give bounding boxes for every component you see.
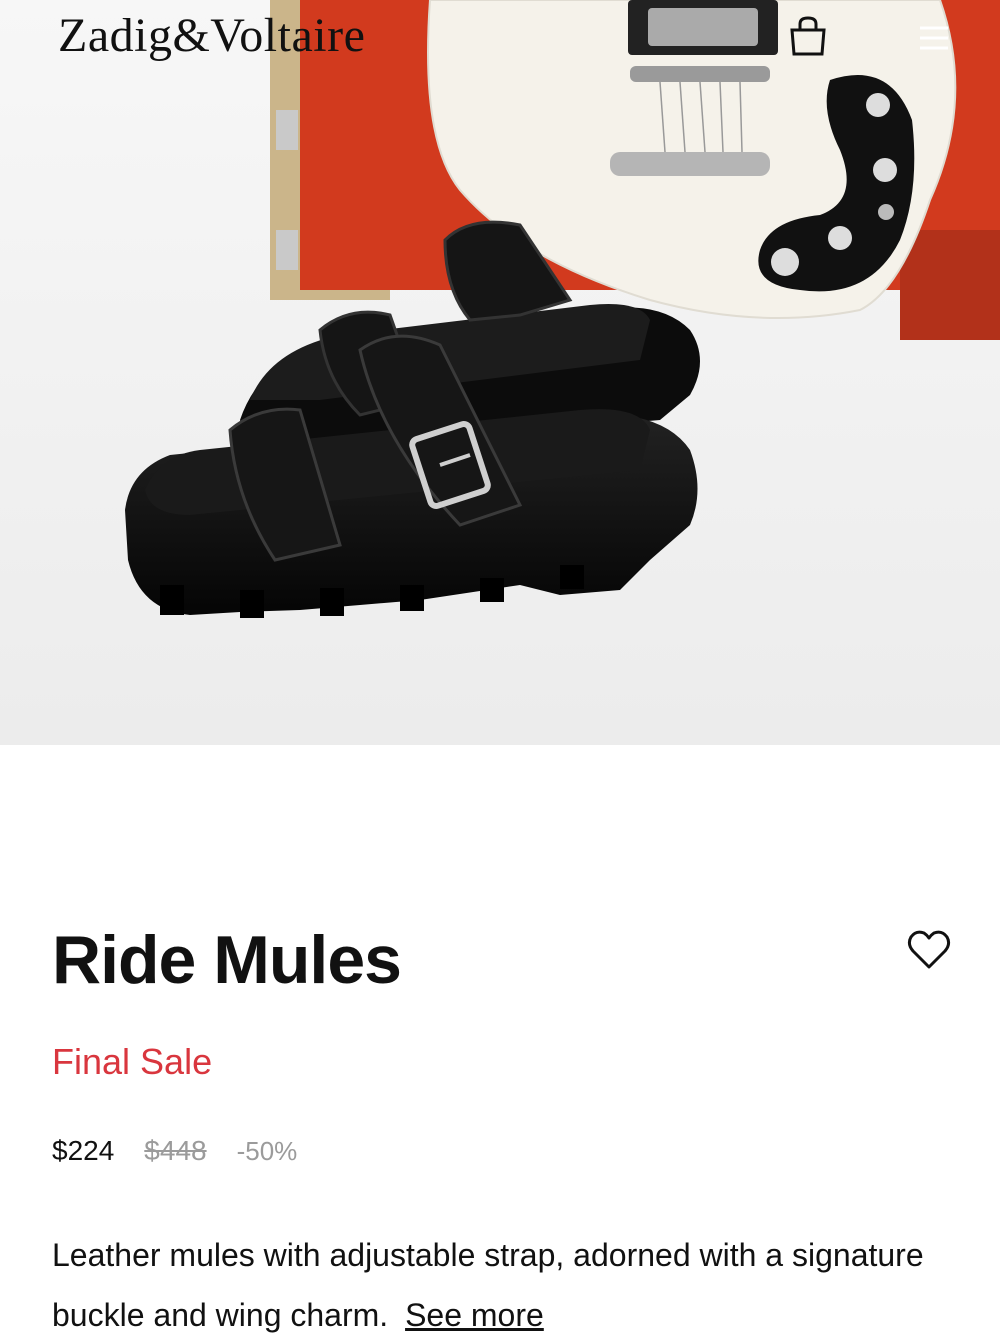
product-description: Leather mules with adjustable strap, ado… bbox=[52, 1225, 932, 1333]
price-row: $224 $448 -50% bbox=[52, 1135, 297, 1167]
wishlist-button[interactable] bbox=[906, 927, 952, 973]
original-price: $448 bbox=[144, 1135, 207, 1166]
menu-button[interactable] bbox=[914, 18, 954, 58]
product-photo bbox=[0, 0, 1000, 745]
hamburger-menu-icon bbox=[920, 26, 948, 50]
see-more-link[interactable]: See more bbox=[405, 1297, 544, 1333]
product-title: Ride Mules bbox=[52, 922, 402, 998]
current-price: $224 bbox=[52, 1135, 115, 1166]
site-header: Zadig&Voltaire bbox=[0, 0, 1000, 80]
product-hero-image[interactable] bbox=[0, 0, 1000, 745]
discount-badge: -50% bbox=[236, 1136, 298, 1166]
shopping-bag-icon bbox=[790, 16, 826, 56]
product-info: Ride Mules Final Sale $224 $448 -50% Lea… bbox=[0, 745, 1000, 1333]
final-sale-label: Final Sale bbox=[52, 1041, 213, 1082]
heart-outline-icon bbox=[907, 930, 951, 969]
cart-button[interactable] bbox=[786, 14, 830, 58]
brand-logo[interactable]: Zadig&Voltaire bbox=[58, 8, 365, 63]
